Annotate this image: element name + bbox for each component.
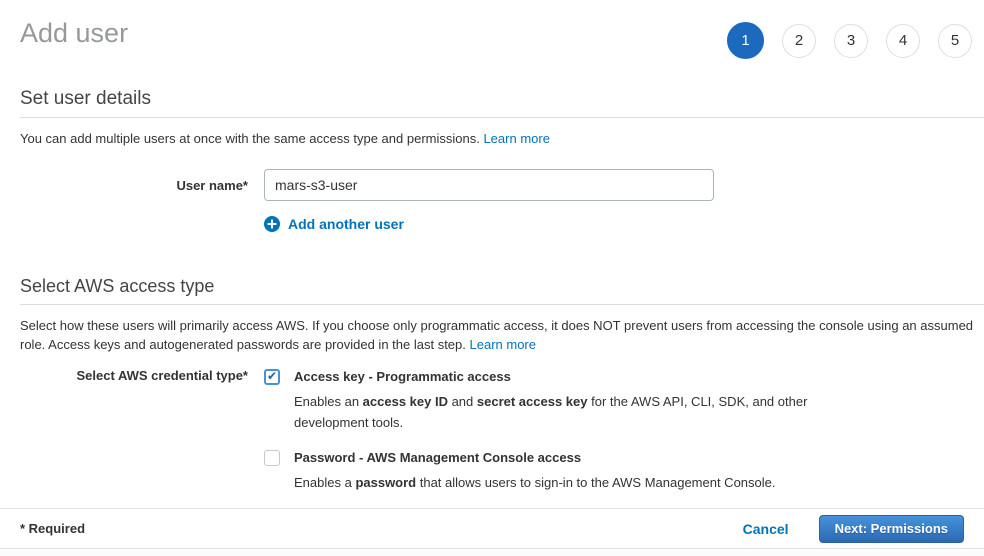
credential-options: Access key - Programmatic access Enables… [264,368,829,509]
desc-segment: secret access key [477,394,588,409]
desc-segment: access key ID [363,394,448,409]
wizard-step-2[interactable]: 2 [782,24,816,58]
password-text: Password - AWS Management Console access… [294,449,776,493]
access-type-learn-more-link[interactable]: Learn more [470,337,536,352]
password-title: Password - AWS Management Console access [294,449,776,466]
required-note: * Required [20,521,85,536]
access-type-heading: Select AWS access type [20,276,984,297]
desc-segment: Enables a [294,475,355,490]
footer-strip [0,548,984,556]
section-divider [20,117,984,118]
desc-segment: Enables an [294,394,363,409]
username-row: User name* [20,169,984,201]
wizard-step-1[interactable]: 1 [727,22,764,59]
cancel-button[interactable]: Cancel [743,521,789,537]
plus-circle-icon [264,216,280,232]
access-key-checkbox[interactable] [264,369,280,385]
user-details-learn-more-link[interactable]: Learn more [483,131,549,146]
access-type-intro: Select how these users will primarily ac… [20,316,984,354]
user-details-intro: You can add multiple users at once with … [20,129,984,148]
access-key-option: Access key - Programmatic access Enables… [264,368,829,433]
add-another-user-label: Add another user [288,216,404,232]
access-type-section: Select AWS access type Select how these … [0,276,984,509]
password-checkbox[interactable] [264,450,280,466]
desc-segment: and [448,394,477,409]
credential-type-row: Select AWS credential type* Access key -… [20,368,984,509]
page-header: Add user 1 2 3 4 5 [0,0,984,66]
wizard-step-5[interactable]: 5 [938,24,972,58]
password-description: Enables a password that allows users to … [294,472,776,493]
user-details-section: Set user details You can add multiple us… [0,66,984,232]
add-another-user-button[interactable]: Add another user [264,216,984,232]
user-details-intro-text: You can add multiple users at once with … [20,131,480,146]
credential-type-label: Select AWS credential type* [20,368,248,509]
wizard-step-4[interactable]: 4 [886,24,920,58]
access-key-description: Enables an access key ID and secret acce… [294,391,829,433]
section-divider [20,304,984,305]
access-key-title: Access key - Programmatic access [294,368,829,385]
access-key-text: Access key - Programmatic access Enables… [294,368,829,433]
password-option: Password - AWS Management Console access… [264,449,829,493]
footer-actions: Cancel Next: Permissions [743,515,964,543]
footer-main: * Required Cancel Next: Permissions [0,508,984,548]
wizard-footer: * Required Cancel Next: Permissions [0,508,984,556]
desc-segment: that allows users to sign-in to the AWS … [416,475,775,490]
wizard-step-3[interactable]: 3 [834,24,868,58]
username-input[interactable] [264,169,714,201]
username-label: User name* [20,178,248,193]
page-title: Add user [20,18,128,49]
user-details-heading: Set user details [20,66,984,110]
desc-segment: password [355,475,416,490]
add-user-wizard-page: Add user 1 2 3 4 5 Set user details You … [0,0,984,556]
wizard-steps: 1 2 3 4 5 [727,22,972,59]
next-permissions-button[interactable]: Next: Permissions [819,515,964,543]
